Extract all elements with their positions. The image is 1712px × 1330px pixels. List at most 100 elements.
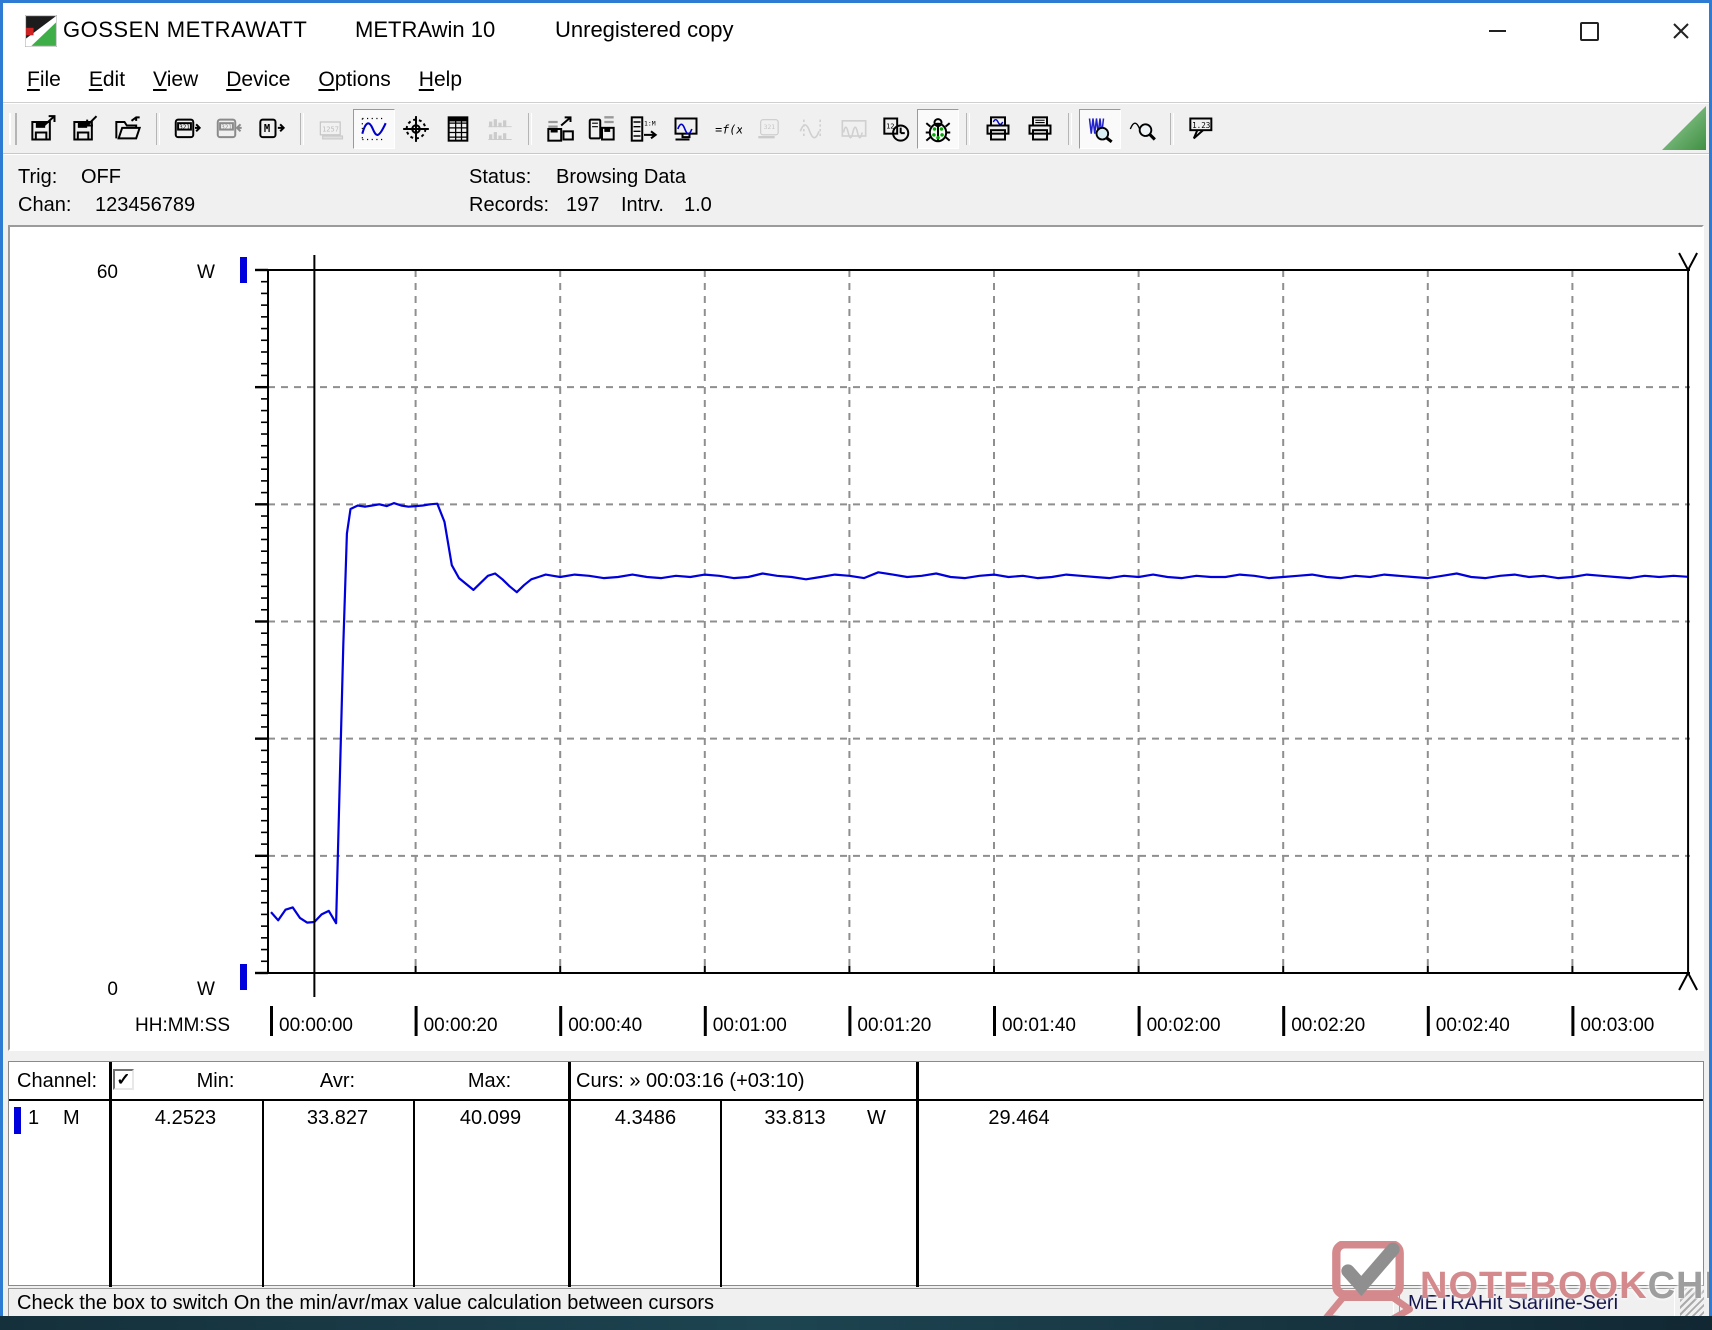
x-tick-bar [1571, 1006, 1574, 1036]
channel-column-header: Channel: [17, 1070, 97, 1093]
device-321-icon: 321 [756, 115, 784, 143]
channel-1-color-marker [14, 1107, 21, 1134]
records-label: Records: [469, 194, 549, 217]
toolbar-button-print[interactable] [1019, 109, 1061, 149]
x-tick-bar [993, 1006, 996, 1036]
toolbar-button-wave-zoom[interactable] [833, 109, 875, 149]
histogram-view-icon [486, 115, 514, 143]
x-tick-bar [270, 1006, 273, 1036]
menu-help[interactable]: Help [405, 64, 476, 96]
avr-value: 33.827 [262, 1107, 413, 1130]
zoom-out-wave-icon [1128, 115, 1156, 143]
wave-zoom-icon [840, 115, 868, 143]
desktop-strip [0, 1316, 1712, 1330]
toolbar-button-polar-view[interactable] [395, 109, 437, 149]
toolbar-button-memory-read[interactable]: M [251, 109, 293, 149]
menu-options[interactable]: Options [304, 64, 404, 96]
toolbar-button-chart-view[interactable] [353, 109, 395, 149]
toolbar-separator [300, 113, 304, 145]
minmax-checkbox[interactable]: ✓ [113, 1069, 134, 1090]
acquisition-status-panel: Trig: OFF Chan: 123456789 Status: Browsi… [3, 153, 1709, 226]
floppy-export-icon [30, 115, 58, 143]
metrawin-window: GOSSEN METRAWATT METRAwin 10 Unregistere… [0, 0, 1712, 1330]
channel-config-icon: 1:M [630, 115, 658, 143]
table-divider [109, 1062, 112, 1287]
avr-column-header: Avr: [291, 1070, 384, 1093]
menu-bar: FileEditViewDeviceOptionsHelp [3, 58, 1709, 102]
toolbar-grip[interactable] [9, 113, 17, 145]
toolbar-button-floppy-import[interactable] [65, 109, 107, 149]
y-axis-max-label: 60 [97, 262, 118, 283]
toolbar-button-floppy-export[interactable] [23, 109, 65, 149]
toolbar-button-histogram-view[interactable] [479, 109, 521, 149]
toolbar-button-zoom-out-wave[interactable] [1121, 109, 1163, 149]
svg-text:321: 321 [221, 124, 232, 130]
cursor-diff-value: 29.464 [964, 1107, 1074, 1130]
chan-value: 123456789 [95, 194, 195, 217]
device-name-cell: METRAHit Starline-Seri [1399, 1288, 1675, 1319]
toolbar-button-online-monitor[interactable] [665, 109, 707, 149]
maximize-button[interactable] [1563, 11, 1615, 51]
minimize-button[interactable] [1471, 11, 1523, 51]
table-divider [568, 1062, 571, 1287]
toolbar-button-device-write-321[interactable]: 321 [209, 109, 251, 149]
svg-text:=f(x): =f(x) [715, 122, 742, 136]
table-divider [916, 1062, 919, 1287]
cursor-readout-header: Curs: » 00:03:16 (+03:10) [576, 1070, 804, 1093]
toolbar-button-device-321[interactable]: 321 [749, 109, 791, 149]
toolbar-button-table-view[interactable] [437, 109, 479, 149]
close-icon [1672, 22, 1690, 40]
svg-text:321: 321 [764, 123, 776, 131]
menu-view[interactable]: View [139, 64, 212, 96]
checkbox-check-icon: ✓ [116, 1070, 130, 1090]
toolbar-button-print-preview[interactable] [977, 109, 1019, 149]
trig-label: Trig: [18, 166, 57, 189]
toolbar-button-folder-open[interactable] [107, 109, 149, 149]
toolbar-button-formula[interactable]: =f(x) [707, 109, 749, 149]
svg-text:1.23: 1.23 [1192, 120, 1210, 129]
channel-marker-top[interactable] [240, 257, 247, 283]
toolbar-button-channel-config[interactable]: 1:M [623, 109, 665, 149]
toolbar: 321 321 M 1257 1:M =f(x) 321 12 1.23 [3, 102, 1709, 154]
toolbar-button-wave-cursor[interactable] [791, 109, 833, 149]
zoom-in-wave-icon [1086, 115, 1114, 143]
cursor-2-bottom-handle[interactable] [1679, 973, 1697, 990]
formula-icon: =f(x) [714, 115, 742, 143]
menu-edit[interactable]: Edit [75, 64, 139, 96]
toolbar-button-timer[interactable]: 12 [875, 109, 917, 149]
polar-view-icon [402, 115, 430, 143]
x-tick-bar [848, 1006, 851, 1036]
x-tick-label: 00:01:40 [1002, 1015, 1076, 1036]
menu-file[interactable]: File [13, 64, 75, 96]
records-value: 197 [566, 194, 599, 217]
cursor2-value: 33.813 [720, 1107, 870, 1130]
channel-mode: M [63, 1107, 80, 1130]
status-value: Browsing Data [556, 166, 686, 189]
x-tick-bar [415, 1006, 418, 1036]
max-column-header: Max: [443, 1070, 536, 1093]
toolbar-button-file-transfer[interactable] [539, 109, 581, 149]
device-write-321-icon: 321 [216, 115, 244, 143]
x-tick-bar [704, 1006, 707, 1036]
menu-device[interactable]: Device [212, 64, 304, 96]
minimize-icon [1489, 30, 1506, 32]
toolbar-button-numeric-display[interactable]: 1257 [311, 109, 353, 149]
toolbar-button-data-store[interactable] [581, 109, 623, 149]
toolbar-button-zoom-in-wave[interactable] [1079, 109, 1121, 149]
x-tick-label: 00:01:20 [857, 1015, 931, 1036]
table-view-icon [444, 115, 472, 143]
close-button[interactable] [1655, 11, 1707, 51]
data-store-icon [588, 115, 616, 143]
interval-label: Intrv. [621, 194, 664, 217]
toolbar-button-device-read-321[interactable]: 321 [167, 109, 209, 149]
x-tick-bar [559, 1006, 562, 1036]
title-bar[interactable]: GOSSEN METRAWATT METRAwin 10 Unregistere… [3, 3, 1709, 58]
resize-grip[interactable] [1680, 1288, 1704, 1319]
toolbar-button-value-label[interactable]: 1.23 [1181, 109, 1223, 149]
app-logo-icon [25, 15, 57, 47]
x-tick-label: 00:00:00 [279, 1015, 353, 1036]
power-chart[interactable]: 60W0WHH:MM:SS00:00:0000:00:2000:00:4000:… [10, 227, 1702, 1049]
toolbar-button-bug[interactable] [917, 109, 959, 149]
cursor-2-top-handle[interactable] [1679, 253, 1697, 270]
channel-marker-bottom[interactable] [240, 964, 247, 990]
